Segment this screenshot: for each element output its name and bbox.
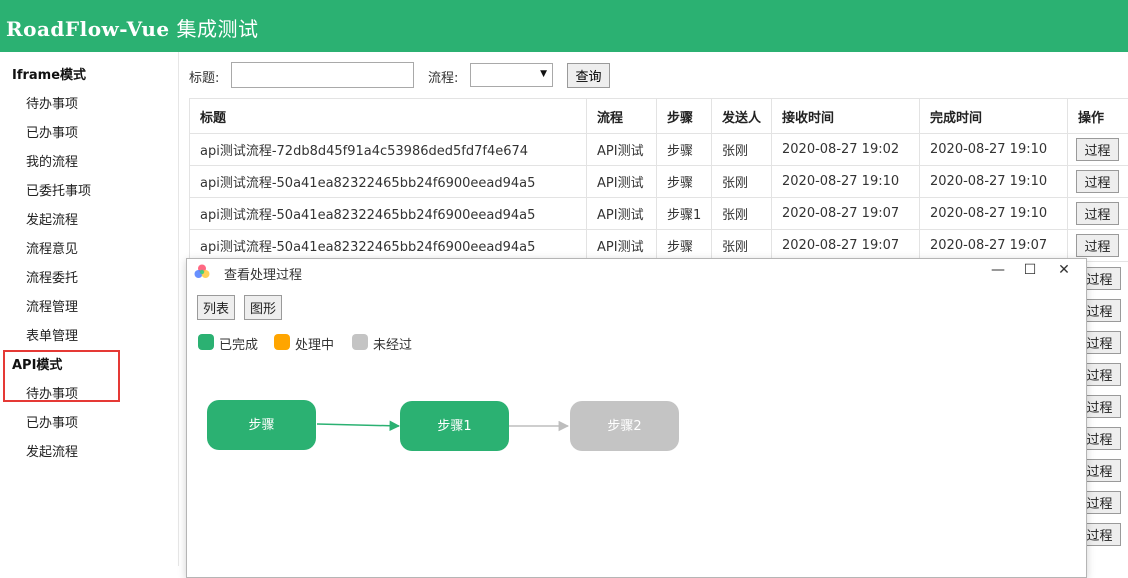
column-header-action: 操作 (1068, 99, 1128, 134)
sidebar-item-iframe-start[interactable]: 发起流程 (26, 209, 78, 228)
cell-completed: 2020-08-27 19:10 (920, 166, 1068, 198)
cell-flow: API测试 (587, 198, 657, 230)
cell-action: 过程 (1068, 230, 1128, 262)
column-header-flow: 流程 (587, 99, 657, 134)
cell-step: 步骤 (657, 230, 712, 262)
table-header-row: 标题 流程 步骤 发送人 接收时间 完成时间 操作 (190, 99, 1128, 134)
app-title: RoadFlow-Vue 集成测试 (6, 13, 258, 42)
flow-step-label: 步骤1 (437, 419, 471, 434)
sidebar-item-my-flows[interactable]: 我的流程 (26, 151, 78, 170)
cell-title: api测试流程-50a41ea82322465bb24f6900eead94a5 (190, 198, 587, 230)
sidebar-item-delegated[interactable]: 已委托事项 (26, 180, 91, 199)
cell-action: 过程 (1068, 166, 1128, 198)
app-header: RoadFlow-Vue 集成测试 (0, 0, 1128, 52)
flow-diagram: 步骤 步骤1 步骤2 (187, 259, 1086, 559)
process-button[interactable]: 过程 (1076, 202, 1119, 225)
column-header-title: 标题 (190, 99, 587, 134)
sidebar-item-opinions[interactable]: 流程意见 (26, 238, 78, 257)
table-row: api测试流程-50a41ea82322465bb24f6900eead94a5… (190, 166, 1128, 198)
sidebar-item-iframe-done[interactable]: 已办事项 (26, 122, 78, 141)
cell-action: 过程 (1068, 134, 1128, 166)
column-header-completed: 完成时间 (920, 99, 1068, 134)
cell-sender: 张刚 (712, 198, 772, 230)
cell-step: 步骤1 (657, 198, 712, 230)
cell-step: 步骤 (657, 166, 712, 198)
cell-received: 2020-08-27 19:07 (772, 198, 920, 230)
sidebar-item-form-manage[interactable]: 表单管理 (26, 325, 78, 344)
cell-completed: 2020-08-27 19:07 (920, 230, 1068, 262)
cell-flow: API测试 (587, 230, 657, 262)
flow-connector (317, 424, 399, 426)
cell-completed: 2020-08-27 19:10 (920, 134, 1068, 166)
app-title-main: RoadFlow-Vue (6, 17, 170, 41)
flow-step-node[interactable]: 步骤 (207, 400, 316, 450)
title-search-input[interactable] (231, 62, 414, 88)
process-button[interactable]: 过程 (1076, 138, 1119, 161)
sidebar-group-iframe: Iframe模式 (12, 64, 86, 83)
process-button[interactable]: 过程 (1076, 234, 1119, 257)
process-dialog: 查看处理过程 — ☐ ✕ 列表 图形 已完成 处理中 未经过 步骤 (186, 258, 1087, 578)
cell-step: 步骤 (657, 134, 712, 166)
flow-step-label: 步骤2 (607, 419, 641, 434)
cell-title: api测试流程-50a41ea82322465bb24f6900eead94a5 (190, 166, 587, 198)
cell-flow: API测试 (587, 134, 657, 166)
flow-step-label: 步骤 (248, 418, 274, 433)
sidebar-item-api-start[interactable]: 发起流程 (26, 441, 78, 460)
cell-sender: 张刚 (712, 166, 772, 198)
cell-action: 过程 (1068, 198, 1128, 230)
process-button[interactable]: 过程 (1076, 170, 1119, 193)
table-row: api测试流程-50a41ea82322465bb24f6900eead94a5… (190, 198, 1128, 230)
query-button[interactable]: 查询 (567, 63, 610, 88)
column-header-received: 接收时间 (772, 99, 920, 134)
sidebar-item-iframe-todo[interactable]: 待办事项 (26, 93, 78, 112)
sidebar-item-api-todo[interactable]: 待办事项 (26, 383, 78, 402)
table-row: api测试流程-72db8d45f91a4c53986ded5fd7f4e674… (190, 134, 1128, 166)
flow-step-node[interactable]: 步骤1 (400, 401, 509, 451)
table-row: api测试流程-50a41ea82322465bb24f6900eead94a5… (190, 230, 1128, 262)
cell-sender: 张刚 (712, 230, 772, 262)
flow-label: 流程: (428, 67, 458, 86)
flow-step-node[interactable]: 步骤2 (570, 401, 679, 451)
task-table: 标题 流程 步骤 发送人 接收时间 完成时间 操作 api测试流程-72db8d… (189, 98, 1128, 262)
column-header-step: 步骤 (657, 99, 712, 134)
cell-received: 2020-08-27 19:10 (772, 166, 920, 198)
sidebar-item-delegation[interactable]: 流程委托 (26, 267, 78, 286)
cell-completed: 2020-08-27 19:10 (920, 198, 1068, 230)
cell-received: 2020-08-27 19:02 (772, 134, 920, 166)
cell-received: 2020-08-27 19:07 (772, 230, 920, 262)
cell-sender: 张刚 (712, 134, 772, 166)
cell-title: api测试流程-72db8d45f91a4c53986ded5fd7f4e674 (190, 134, 587, 166)
title-label: 标题: (189, 67, 219, 86)
flow-select[interactable]: ▼ (470, 63, 553, 87)
app-title-suffix: 集成测试 (170, 17, 259, 41)
sidebar-item-api-done[interactable]: 已办事项 (26, 412, 78, 431)
sidebar: Iframe模式 待办事项 已办事项 我的流程 已委托事项 发起流程 流程意见 … (0, 52, 179, 566)
column-header-sender: 发送人 (712, 99, 772, 134)
dropdown-arrow-icon: ▼ (540, 69, 547, 79)
sidebar-item-flow-manage[interactable]: 流程管理 (26, 296, 78, 315)
sidebar-group-api: API模式 (12, 354, 62, 373)
cell-title: api测试流程-50a41ea82322465bb24f6900eead94a5 (190, 230, 587, 262)
cell-flow: API测试 (587, 166, 657, 198)
